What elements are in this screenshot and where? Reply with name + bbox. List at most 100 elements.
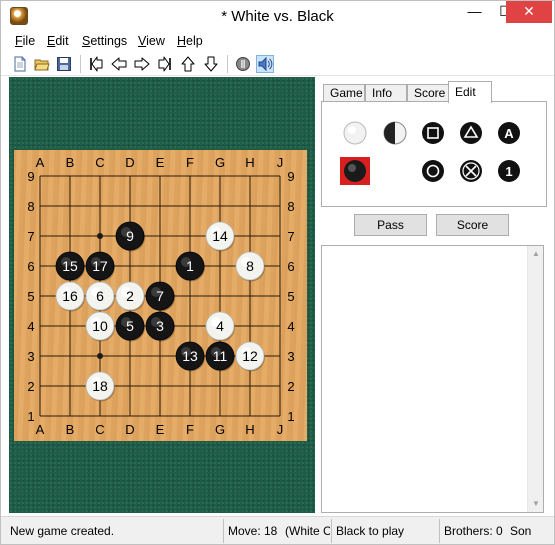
forward-icon[interactable]	[133, 55, 151, 73]
row-label: 9	[27, 169, 34, 184]
move-number: 13	[182, 348, 198, 364]
menu-view-accelerator: V	[138, 34, 147, 48]
app-window: * White vs. Black — ☐ ✕ File Edit Settin…	[0, 0, 555, 545]
row-label: 1	[287, 409, 294, 424]
up-icon[interactable]	[179, 55, 197, 73]
row-label: 8	[287, 199, 294, 214]
row-label: 2	[27, 379, 34, 394]
menu-file-label: ile	[22, 34, 36, 48]
status-to-play: Black to play	[336, 524, 405, 538]
title-bar: * White vs. Black — ☐ ✕	[1, 1, 554, 31]
menu-help[interactable]: Help	[177, 34, 203, 48]
column-label: F	[186, 155, 194, 170]
menu-help-label: elp	[186, 34, 203, 48]
move-number: 1	[186, 258, 194, 274]
close-button[interactable]: ✕	[506, 1, 552, 23]
go-board-grid[interactable]: AABBCCDDEEFFGGHHJJ9 98 87 76 65 54 43 32 21 1123 4…	[14, 150, 307, 441]
alternate-stone-icon[interactable]	[380, 119, 410, 147]
square-mark-icon[interactable]	[418, 119, 448, 147]
row-label: 3	[287, 349, 294, 364]
tab-game[interactable]: Game	[323, 84, 365, 102]
column-label: C	[95, 422, 104, 437]
cross-mark-icon[interactable]	[456, 157, 486, 185]
status-message: New game created.	[10, 524, 115, 538]
circle-mark-icon[interactable]	[418, 157, 448, 185]
column-label: A	[36, 155, 45, 170]
vertical-scrollbar[interactable]: ▲ ▼	[527, 246, 543, 512]
row-label: 6	[287, 259, 294, 274]
tab-score[interactable]: Score	[407, 84, 449, 102]
move-number: 7	[156, 288, 164, 304]
row-label: 4	[287, 319, 294, 334]
board-panel: AABBCCDDEEFFGGHHJJ9988776655443322111234…	[9, 77, 315, 513]
menu-view[interactable]: View	[138, 34, 165, 48]
status-move: Move: 18	[228, 524, 278, 538]
move-number: 12	[242, 348, 258, 364]
menu-edit-label: dit	[55, 34, 69, 48]
move-number: 4	[216, 318, 224, 334]
row-label: 7	[287, 229, 294, 244]
svg-text:A: A	[504, 126, 514, 141]
letter-mark-icon[interactable]: A	[494, 119, 524, 147]
first-move-icon[interactable]	[87, 55, 105, 73]
tab-edit[interactable]: Edit	[448, 81, 492, 103]
menu-bar: File Edit Settings View Help	[1, 31, 554, 52]
status-sons: Son	[510, 524, 532, 538]
sound-icon[interactable]	[256, 55, 274, 73]
info-icon[interactable]	[234, 55, 252, 73]
menu-edit[interactable]: Edit	[47, 34, 69, 48]
move-number: 3	[156, 318, 164, 334]
comment-box[interactable]: ▲ ▼	[321, 245, 544, 513]
move-number: 8	[246, 258, 254, 274]
column-label: G	[215, 155, 225, 170]
down-icon[interactable]	[202, 55, 220, 73]
toolbar-separator	[80, 55, 81, 73]
score-button[interactable]: Score	[436, 214, 509, 236]
menu-file[interactable]: File	[15, 34, 35, 48]
move-number: 10	[92, 318, 108, 334]
number-mark-icon[interactable]: 1	[494, 157, 524, 185]
status-bar: New game created. Move: 18 (White C Blac…	[1, 516, 554, 544]
menu-settings-label: ettings	[90, 34, 128, 48]
open-icon[interactable]	[33, 55, 51, 73]
column-label: J	[277, 155, 284, 170]
last-move-icon[interactable]	[156, 55, 174, 73]
column-label: G	[215, 422, 225, 437]
move-number: 6	[96, 288, 104, 304]
menu-help-accelerator: H	[177, 34, 187, 48]
status-move-detail: (White C	[285, 524, 330, 538]
column-label: D	[125, 155, 134, 170]
hoshi-point	[97, 233, 103, 239]
move-number: 14	[212, 228, 228, 244]
status-brothers: Brothers: 0	[444, 524, 503, 538]
new-icon[interactable]	[11, 55, 29, 73]
row-label: 1	[27, 409, 34, 424]
move-number: 15	[62, 258, 78, 274]
save-icon[interactable]	[55, 55, 73, 73]
move-number: 17	[92, 258, 108, 274]
white-stone-icon[interactable]	[340, 119, 370, 147]
row-label: 7	[27, 229, 34, 244]
black-stone-selected-icon[interactable]	[340, 157, 370, 185]
tab-info[interactable]: Info	[365, 84, 407, 102]
edit-tools-panel: A 1	[321, 101, 547, 207]
menu-view-label: iew	[146, 34, 165, 48]
move-number: 5	[126, 318, 134, 334]
move-number: 9	[126, 228, 134, 244]
menu-file-accelerator: F	[15, 34, 23, 48]
row-label: 8	[27, 199, 34, 214]
triangle-mark-icon[interactable]	[456, 119, 486, 147]
move-number: 11	[213, 348, 228, 364]
column-label: H	[245, 422, 254, 437]
scroll-up-icon[interactable]: ▲	[528, 246, 544, 262]
pass-button[interactable]: Pass	[354, 214, 427, 236]
column-label: F	[186, 422, 194, 437]
toolbar-separator	[227, 55, 228, 73]
minimize-button[interactable]: —	[459, 1, 490, 23]
scroll-down-icon[interactable]: ▼	[528, 496, 544, 512]
column-label: D	[125, 422, 134, 437]
back-icon[interactable]	[110, 55, 128, 73]
status-separator	[223, 519, 224, 543]
row-label: 2	[287, 379, 294, 394]
menu-settings[interactable]: Settings	[82, 34, 127, 48]
